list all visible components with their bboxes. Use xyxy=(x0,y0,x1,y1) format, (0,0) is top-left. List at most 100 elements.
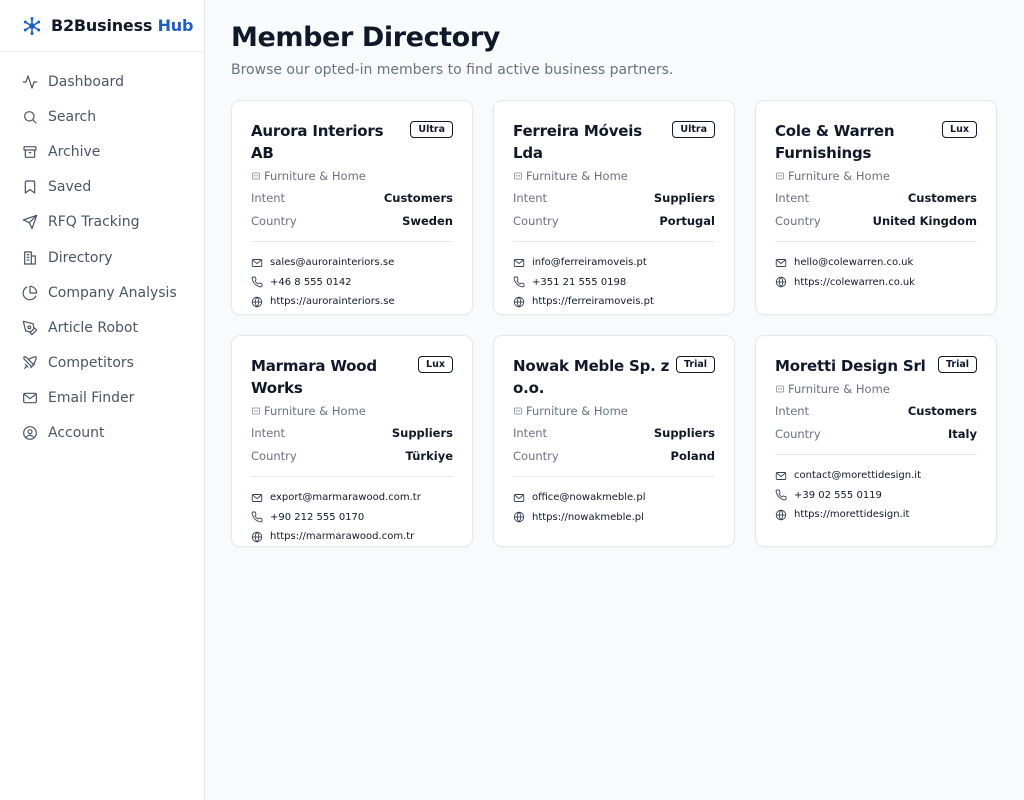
sidebar-item-search[interactable]: Search xyxy=(0,99,204,134)
country-row: Country Portugal xyxy=(513,214,715,229)
phone-row[interactable]: +90 212 555 0170 xyxy=(251,508,453,528)
website-link[interactable]: https://aurorainteriors.se xyxy=(270,296,395,307)
email-row[interactable]: sales@aurorainteriors.se xyxy=(251,253,453,273)
intent-label: Intent xyxy=(775,404,810,418)
website-row[interactable]: https://morettidesign.it xyxy=(775,505,977,525)
intent-value: Suppliers xyxy=(653,191,715,205)
member-card[interactable]: Moretti Design Srl Trial Furniture & Home I… xyxy=(755,335,997,547)
sidebar-item-article-robot[interactable]: Article Robot xyxy=(0,310,204,345)
sidebar-item-dashboard[interactable]: Dashboard xyxy=(0,64,204,99)
country-row: Country Sweden xyxy=(251,214,453,229)
intent-row: Intent Customers xyxy=(775,191,977,206)
swords-icon xyxy=(22,355,38,371)
company-name[interactable]: Nowak Meble Sp. z o.o. xyxy=(513,355,676,399)
brand-accent: Hub xyxy=(157,16,194,35)
member-card[interactable]: Marmara Wood Works Lux Furniture & Home Int… xyxy=(231,335,473,547)
sidebar-item-label: Search xyxy=(48,108,97,125)
company-name[interactable]: Moretti Design Srl xyxy=(775,355,926,377)
email-row[interactable]: contact@morettidesign.it xyxy=(775,466,977,486)
website-row[interactable]: https://colewarren.co.uk xyxy=(775,273,977,293)
sidebar-item-account[interactable]: Account xyxy=(0,416,204,451)
sidebar-item-label: Saved xyxy=(48,179,92,196)
member-card[interactable]: Ferreira Móveis Lda Ultra Furniture & Home… xyxy=(493,100,735,315)
phone-row[interactable]: +39 02 555 0119 xyxy=(775,486,977,506)
divider xyxy=(775,454,977,455)
sidebar-nav: Dashboard Search Archive Saved RFQ Tracking D… xyxy=(0,52,204,451)
email-row[interactable]: office@nowakmeble.pl xyxy=(513,488,715,508)
intent-value: Customers xyxy=(383,191,453,205)
building-icon xyxy=(22,250,38,266)
phone-link[interactable]: +39 02 555 0119 xyxy=(794,490,882,501)
email-link[interactable]: sales@aurorainteriors.se xyxy=(270,257,394,268)
member-card[interactable]: Cole & Warren Furnishings Lux Furniture & … xyxy=(755,100,997,315)
email-row[interactable]: hello@colewarren.co.uk xyxy=(775,253,977,273)
company-name[interactable]: Marmara Wood Works xyxy=(251,355,416,399)
intent-value: Suppliers xyxy=(653,426,715,440)
website-link[interactable]: https://morettidesign.it xyxy=(794,509,909,520)
sidebar-item-company-analysis[interactable]: Company Analysis xyxy=(0,275,204,310)
website-row[interactable]: https://aurorainteriors.se xyxy=(251,292,453,312)
email-link[interactable]: contact@morettidesign.it xyxy=(794,470,921,481)
sidebar-item-label: RFQ Tracking xyxy=(48,214,140,231)
building-icon xyxy=(251,406,261,416)
sidebar-item-label: Archive xyxy=(48,143,101,160)
sidebar-item-competitors[interactable]: Competitors xyxy=(0,346,204,381)
company-name[interactable]: Aurora Interiors AB xyxy=(251,120,410,164)
sidebar-item-label: Company Analysis xyxy=(48,284,177,301)
sidebar-item-label: Account xyxy=(48,425,105,442)
country-value: Sweden xyxy=(402,213,453,228)
brand[interactable]: B2Business Hub xyxy=(0,0,204,52)
phone-link[interactable]: +351 21 555 0198 xyxy=(532,277,626,288)
brand-name: B2Business Hub xyxy=(51,16,194,35)
page-subtitle: Browse our opted-in members to find acti… xyxy=(231,62,674,78)
phone-link[interactable]: +90 212 555 0170 xyxy=(270,512,364,523)
email-link[interactable]: office@nowakmeble.pl xyxy=(532,492,645,503)
website-link[interactable]: https://marmarawood.com.tr xyxy=(270,531,414,542)
member-card[interactable]: Nowak Meble Sp. z o.o. Trial Furniture & H… xyxy=(493,335,735,547)
company-name[interactable]: Ferreira Móveis Lda xyxy=(513,120,672,164)
intent-label: Intent xyxy=(251,191,286,205)
sidebar-item-rfq-tracking[interactable]: RFQ Tracking xyxy=(0,205,204,240)
email-link[interactable]: export@marmarawood.com.tr xyxy=(270,492,421,503)
sidebar-item-email-finder[interactable]: Email Finder xyxy=(0,381,204,416)
intent-label: Intent xyxy=(775,191,810,205)
member-card[interactable]: Aurora Interiors AB Ultra Furniture & Home… xyxy=(231,100,473,315)
bookmark-icon xyxy=(22,179,38,195)
intent-value: Customers xyxy=(907,191,977,205)
hub-logo-icon xyxy=(22,16,42,36)
website-row[interactable]: https://nowakmeble.pl xyxy=(513,508,715,528)
country-label: Country xyxy=(251,213,297,228)
mail-icon xyxy=(251,257,263,269)
category: Furniture & Home xyxy=(513,169,715,183)
phone-row[interactable]: +351 21 555 0198 xyxy=(513,273,715,293)
globe-icon xyxy=(775,276,787,288)
mail-icon xyxy=(22,390,38,406)
email-row[interactable]: info@ferreiramoveis.pt xyxy=(513,253,715,273)
mail-icon xyxy=(513,257,525,269)
website-row[interactable]: https://ferreiramoveis.pt xyxy=(513,292,715,312)
plan-badge: Ultra xyxy=(672,121,715,138)
website-row[interactable]: https://marmarawood.com.tr xyxy=(251,527,453,547)
mail-icon xyxy=(775,257,787,269)
sidebar: B2Business Hub Dashboard Search Archive Sav… xyxy=(0,0,205,800)
phone-link[interactable]: +46 8 555 0142 xyxy=(270,277,352,288)
country-label: Country xyxy=(251,448,297,463)
card-header: Ferreira Móveis Lda Ultra xyxy=(513,120,715,164)
divider xyxy=(251,476,453,477)
country-row: Country United Kingdom xyxy=(775,214,977,229)
sidebar-item-saved[interactable]: Saved xyxy=(0,170,204,205)
website-link[interactable]: https://ferreiramoveis.pt xyxy=(532,296,654,307)
company-name[interactable]: Cole & Warren Furnishings xyxy=(775,120,940,164)
email-link[interactable]: info@ferreiramoveis.pt xyxy=(532,257,647,268)
email-link[interactable]: hello@colewarren.co.uk xyxy=(794,257,913,268)
website-link[interactable]: https://colewarren.co.uk xyxy=(794,277,915,288)
phone-row[interactable]: +46 8 555 0142 xyxy=(251,273,453,293)
sidebar-item-directory[interactable]: Directory xyxy=(0,240,204,275)
email-row[interactable]: export@marmarawood.com.tr xyxy=(251,488,453,508)
card-header: Aurora Interiors AB Ultra xyxy=(251,120,453,164)
building-icon xyxy=(513,406,523,416)
sidebar-item-archive[interactable]: Archive xyxy=(0,134,204,169)
website-link[interactable]: https://nowakmeble.pl xyxy=(532,512,644,523)
divider xyxy=(513,241,715,242)
sidebar-item-label: Competitors xyxy=(48,355,134,372)
